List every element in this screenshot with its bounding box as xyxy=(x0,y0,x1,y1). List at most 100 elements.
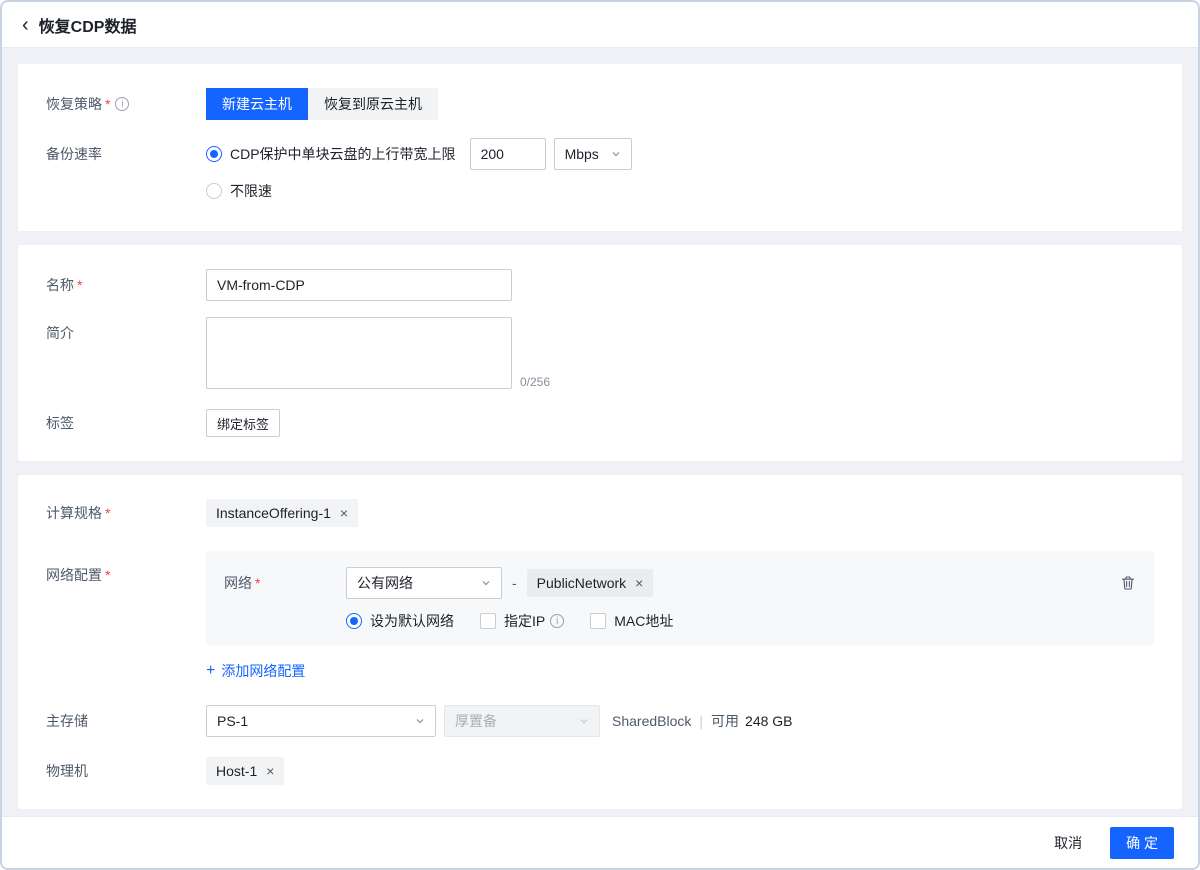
strategy-label-text: 恢复策略 xyxy=(46,94,102,114)
offering-row: 计算规格* InstanceOffering-1 × xyxy=(46,499,1154,527)
rate-row: 备份速率 CDP保护中单块云盘的上行带宽上限 Mbps 不限速 xyxy=(46,138,1154,207)
description-textarea[interactable] xyxy=(206,317,512,389)
specify-ip-option: 指定IP i xyxy=(480,611,564,631)
rate-unit-select[interactable]: Mbps xyxy=(554,138,632,170)
strategy-option-new-vm[interactable]: 新建云主机 xyxy=(206,88,308,120)
host-row: 物理机 Host-1 × xyxy=(46,757,1154,785)
name-label-text: 名称 xyxy=(46,275,74,295)
network-field-label: 网络* xyxy=(224,573,346,593)
basic-section: 名称* 简介 0/256 标签 xyxy=(18,245,1182,461)
remove-host-icon[interactable]: × xyxy=(266,764,274,778)
required-asterisk: * xyxy=(105,567,110,583)
plus-icon: + xyxy=(206,663,215,679)
restore-cdp-dialog: ‹ 恢复CDP数据 恢复策略* i 新建云主机 恢复到原云主机 备 xyxy=(0,0,1200,870)
name-label: 名称* xyxy=(46,269,206,295)
host-control: Host-1 × xyxy=(206,757,1154,785)
dialog-footer: 取消 确 定 xyxy=(2,816,1198,868)
rate-unlimited-option: 不限速 xyxy=(206,175,1154,207)
network-chip-label: PublicNetwork xyxy=(537,575,626,591)
l3-network-select[interactable]: 公有网络 xyxy=(346,567,502,599)
network-control: 网络* 公有网络 - PublicNetwork × xyxy=(206,551,1154,681)
network-options-line: 设为默认网络 指定IP i MAC地址 xyxy=(346,611,1136,631)
chevron-down-icon xyxy=(481,578,491,588)
tag-control: 绑定标签 xyxy=(206,409,1154,437)
mac-option: MAC地址 xyxy=(590,611,673,631)
mac-checkbox[interactable] xyxy=(590,613,606,629)
compute-section: 计算规格* InstanceOffering-1 × 网络配置* xyxy=(18,475,1182,809)
cancel-button[interactable]: 取消 xyxy=(1040,827,1096,859)
mac-label: MAC地址 xyxy=(614,611,673,631)
description-row: 简介 0/256 xyxy=(46,317,1154,389)
name-row: 名称* xyxy=(46,269,1154,301)
default-network-label: 设为默认网络 xyxy=(370,611,454,631)
network-row: 网络配置* 网络* 公有网络 - xyxy=(46,551,1154,681)
offering-chip-label: InstanceOffering-1 xyxy=(216,505,331,521)
specify-ip-info-icon[interactable]: i xyxy=(550,614,564,628)
network-chip: PublicNetwork × xyxy=(527,569,654,597)
bind-tag-button[interactable]: 绑定标签 xyxy=(206,409,280,437)
char-counter: 0/256 xyxy=(520,375,550,389)
name-control xyxy=(206,269,1154,301)
required-asterisk: * xyxy=(105,96,110,112)
network-select-line: 网络* 公有网络 - PublicNetwork × xyxy=(224,567,1136,599)
host-chip: Host-1 × xyxy=(206,757,284,785)
required-asterisk: * xyxy=(105,505,110,521)
rate-label-text: 备份速率 xyxy=(46,144,102,164)
strategy-option-original-vm[interactable]: 恢复到原云主机 xyxy=(308,88,438,120)
provision-type-select: 厚置备 xyxy=(444,705,600,737)
chevron-down-icon xyxy=(415,716,425,726)
storage-type-text: SharedBlock xyxy=(612,713,691,729)
primary-storage-label: 主存储 xyxy=(46,705,206,731)
host-label: 物理机 xyxy=(46,757,206,781)
specify-ip-checkbox[interactable] xyxy=(480,613,496,629)
add-network-config-link[interactable]: + 添加网络配置 xyxy=(206,661,305,681)
dialog-body: 恢复策略* i 新建云主机 恢复到原云主机 备份速率 CDP xyxy=(2,48,1198,816)
strategy-control: 新建云主机 恢复到原云主机 xyxy=(206,88,1154,120)
rate-unlimited-radio[interactable] xyxy=(206,183,222,199)
dialog-header: ‹ 恢复CDP数据 xyxy=(2,2,1198,48)
vm-name-input[interactable] xyxy=(206,269,512,301)
tag-row: 标签 绑定标签 xyxy=(46,409,1154,437)
strategy-label: 恢复策略* i xyxy=(46,88,206,114)
network-label-text: 网络配置 xyxy=(46,565,102,585)
strategy-row: 恢复策略* i 新建云主机 恢复到原云主机 xyxy=(46,88,1154,120)
description-label-text: 简介 xyxy=(46,323,74,343)
divider: | xyxy=(699,713,703,729)
provision-type-value: 厚置备 xyxy=(455,711,497,731)
strategy-toggle: 新建云主机 恢复到原云主机 xyxy=(206,88,438,120)
rate-limit-option: CDP保护中单块云盘的上行带宽上限 Mbps xyxy=(206,138,1154,170)
storage-available-label: 可用 xyxy=(711,711,739,731)
page-title: 恢复CDP数据 xyxy=(39,13,137,37)
delete-network-config-icon[interactable] xyxy=(1120,575,1136,591)
offering-label-text: 计算规格 xyxy=(46,503,102,523)
specify-ip-label: 指定IP xyxy=(504,611,545,631)
chevron-down-icon xyxy=(579,716,589,726)
l3-network-value: 公有网络 xyxy=(357,573,413,593)
primary-storage-control: PS-1 厚置备 SharedBlock | 可用 248 GB xyxy=(206,705,1154,737)
offering-label: 计算规格* xyxy=(46,499,206,523)
primary-storage-label-text: 主存储 xyxy=(46,711,88,731)
network-label: 网络配置* xyxy=(46,551,206,585)
rate-limit-radio[interactable] xyxy=(206,146,222,162)
chevron-down-icon xyxy=(611,149,621,159)
rate-value-input[interactable] xyxy=(470,138,546,170)
offering-chip: InstanceOffering-1 × xyxy=(206,499,358,527)
default-network-radio[interactable] xyxy=(346,613,362,629)
strategy-section: 恢复策略* i 新建云主机 恢复到原云主机 备份速率 CDP xyxy=(18,64,1182,231)
back-icon[interactable]: ‹ xyxy=(22,15,29,35)
default-network-option: 设为默认网络 xyxy=(346,611,454,631)
remove-offering-icon[interactable]: × xyxy=(340,506,348,520)
required-asterisk: * xyxy=(77,277,82,293)
strategy-info-icon[interactable]: i xyxy=(115,97,129,111)
remove-network-icon[interactable]: × xyxy=(635,576,643,590)
description-control: 0/256 xyxy=(206,317,1154,389)
network-config-panel: 网络* 公有网络 - PublicNetwork × xyxy=(206,551,1154,645)
confirm-button[interactable]: 确 定 xyxy=(1110,827,1174,859)
tag-label-text: 标签 xyxy=(46,413,74,433)
tag-label: 标签 xyxy=(46,409,206,433)
required-asterisk: * xyxy=(255,575,260,591)
rate-control: CDP保护中单块云盘的上行带宽上限 Mbps 不限速 xyxy=(206,138,1154,207)
dash-separator: - xyxy=(512,575,517,591)
rate-limit-option-label: CDP保护中单块云盘的上行带宽上限 xyxy=(230,144,456,164)
primary-storage-select[interactable]: PS-1 xyxy=(206,705,436,737)
